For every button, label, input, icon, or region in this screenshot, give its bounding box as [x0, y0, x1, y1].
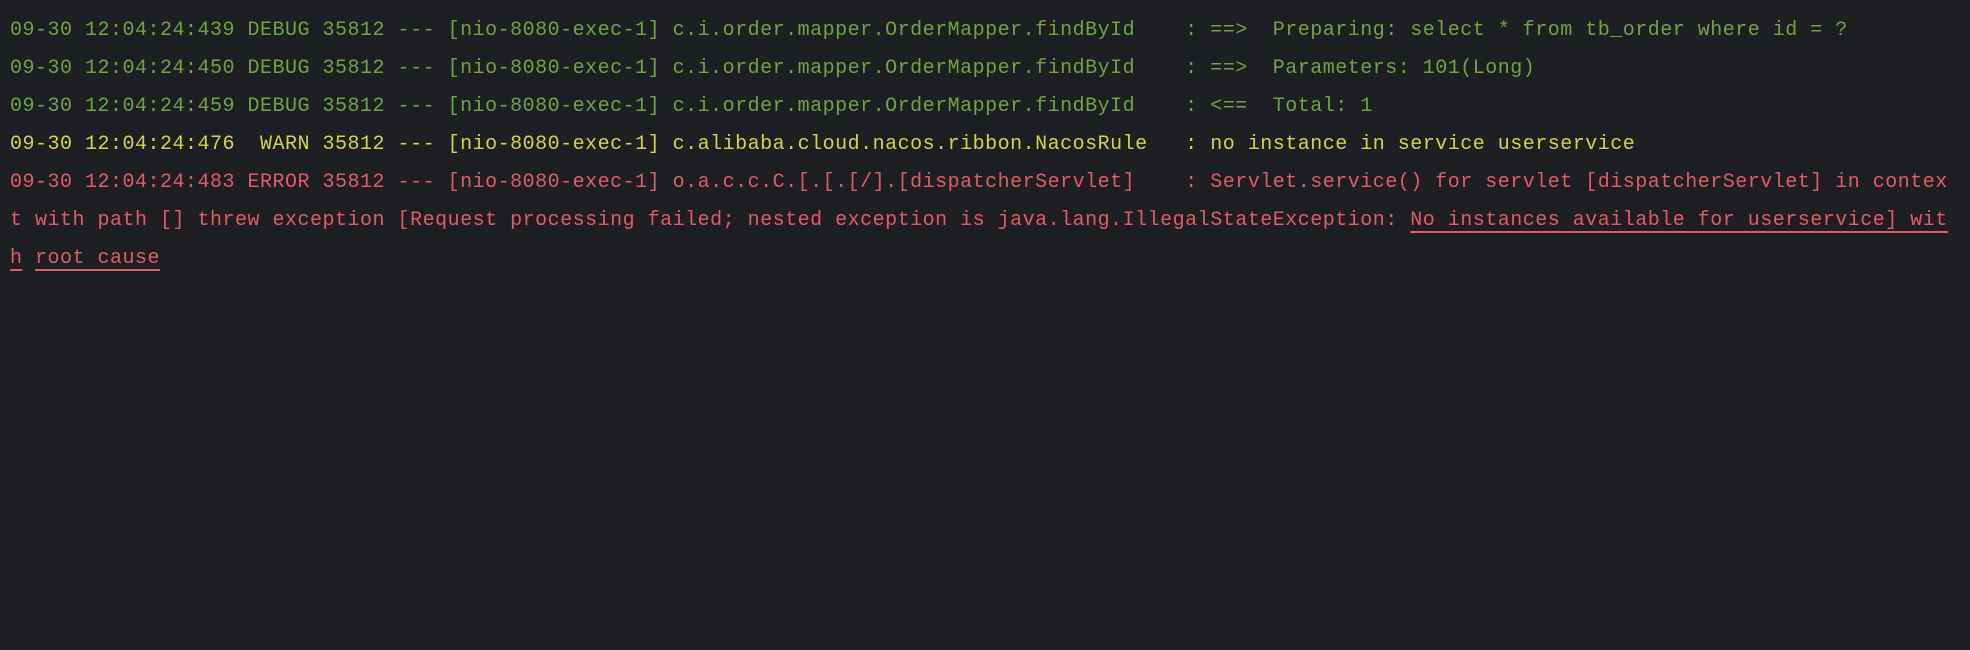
- log-line: 09-30 12:04:24:450 DEBUG 35812 --- [nio-…: [10, 57, 1535, 80]
- log-line: 09-30 12:04:24:483 ERROR 35812 --- [nio-…: [10, 171, 1948, 270]
- log-line: 09-30 12:04:24:459 DEBUG 35812 --- [nio-…: [10, 95, 1373, 118]
- log-line: 09-30 12:04:24:439 DEBUG 35812 --- [nio-…: [10, 19, 1848, 42]
- log-output: 09-30 12:04:24:439 DEBUG 35812 --- [nio-…: [0, 0, 1970, 288]
- log-line: 09-30 12:04:24:476 WARN 35812 --- [nio-8…: [10, 133, 1635, 156]
